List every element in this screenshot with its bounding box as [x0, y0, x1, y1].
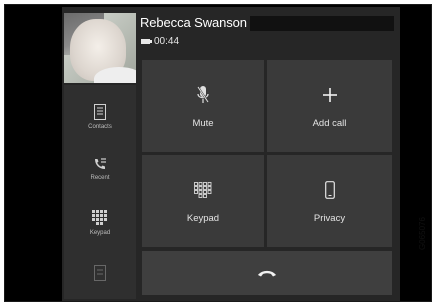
privacy-label: Privacy	[313, 212, 346, 224]
plus-icon	[322, 84, 338, 106]
end-call-icon	[258, 270, 276, 277]
mute-label: Mute	[192, 117, 214, 129]
recent-calls-icon	[95, 158, 106, 169]
sidebar-item-keypad[interactable]: Keypad	[64, 197, 136, 249]
keypad-icon	[194, 179, 212, 201]
add-call-button[interactable]: Add call	[267, 60, 392, 152]
call-duration: 00:44	[154, 35, 180, 47]
contacts-icon	[94, 104, 106, 120]
call-status: 00:44	[141, 35, 179, 47]
caller-avatar	[64, 13, 136, 83]
caller-name: Rebecca Swanson	[140, 15, 247, 30]
end-call-button[interactable]	[142, 251, 392, 295]
caller-info-bar	[250, 16, 394, 31]
phone-handset-icon	[324, 179, 335, 201]
keypad-label: Keypad	[186, 212, 220, 224]
sidebar-item-label: Contacts	[88, 124, 112, 130]
add-call-label: Add call	[312, 117, 347, 129]
figure-code: G065076	[418, 217, 427, 250]
sidebar-item-label: Keypad	[89, 230, 111, 236]
sidebar-item-recent[interactable]: Recent	[64, 143, 136, 195]
privacy-button[interactable]: Privacy	[267, 155, 392, 247]
keypad-icon	[92, 210, 107, 225]
keypad-button[interactable]: Keypad	[142, 155, 264, 247]
sidebar-item-contacts[interactable]: Contacts	[64, 91, 136, 143]
mute-button[interactable]: Mute	[142, 60, 264, 152]
phone-call-screen: Contacts Recent Keypad Rebecca Swanson 0…	[62, 7, 400, 301]
microphone-muted-icon	[197, 84, 209, 106]
battery-icon	[141, 38, 152, 44]
sidebar-item-label: Recent	[90, 175, 110, 181]
messages-icon	[94, 265, 106, 281]
sidebar-item-messages[interactable]	[64, 249, 136, 301]
figure-frame: Contacts Recent Keypad Rebecca Swanson 0…	[4, 4, 432, 302]
sidebar: Contacts Recent Keypad	[64, 85, 136, 299]
